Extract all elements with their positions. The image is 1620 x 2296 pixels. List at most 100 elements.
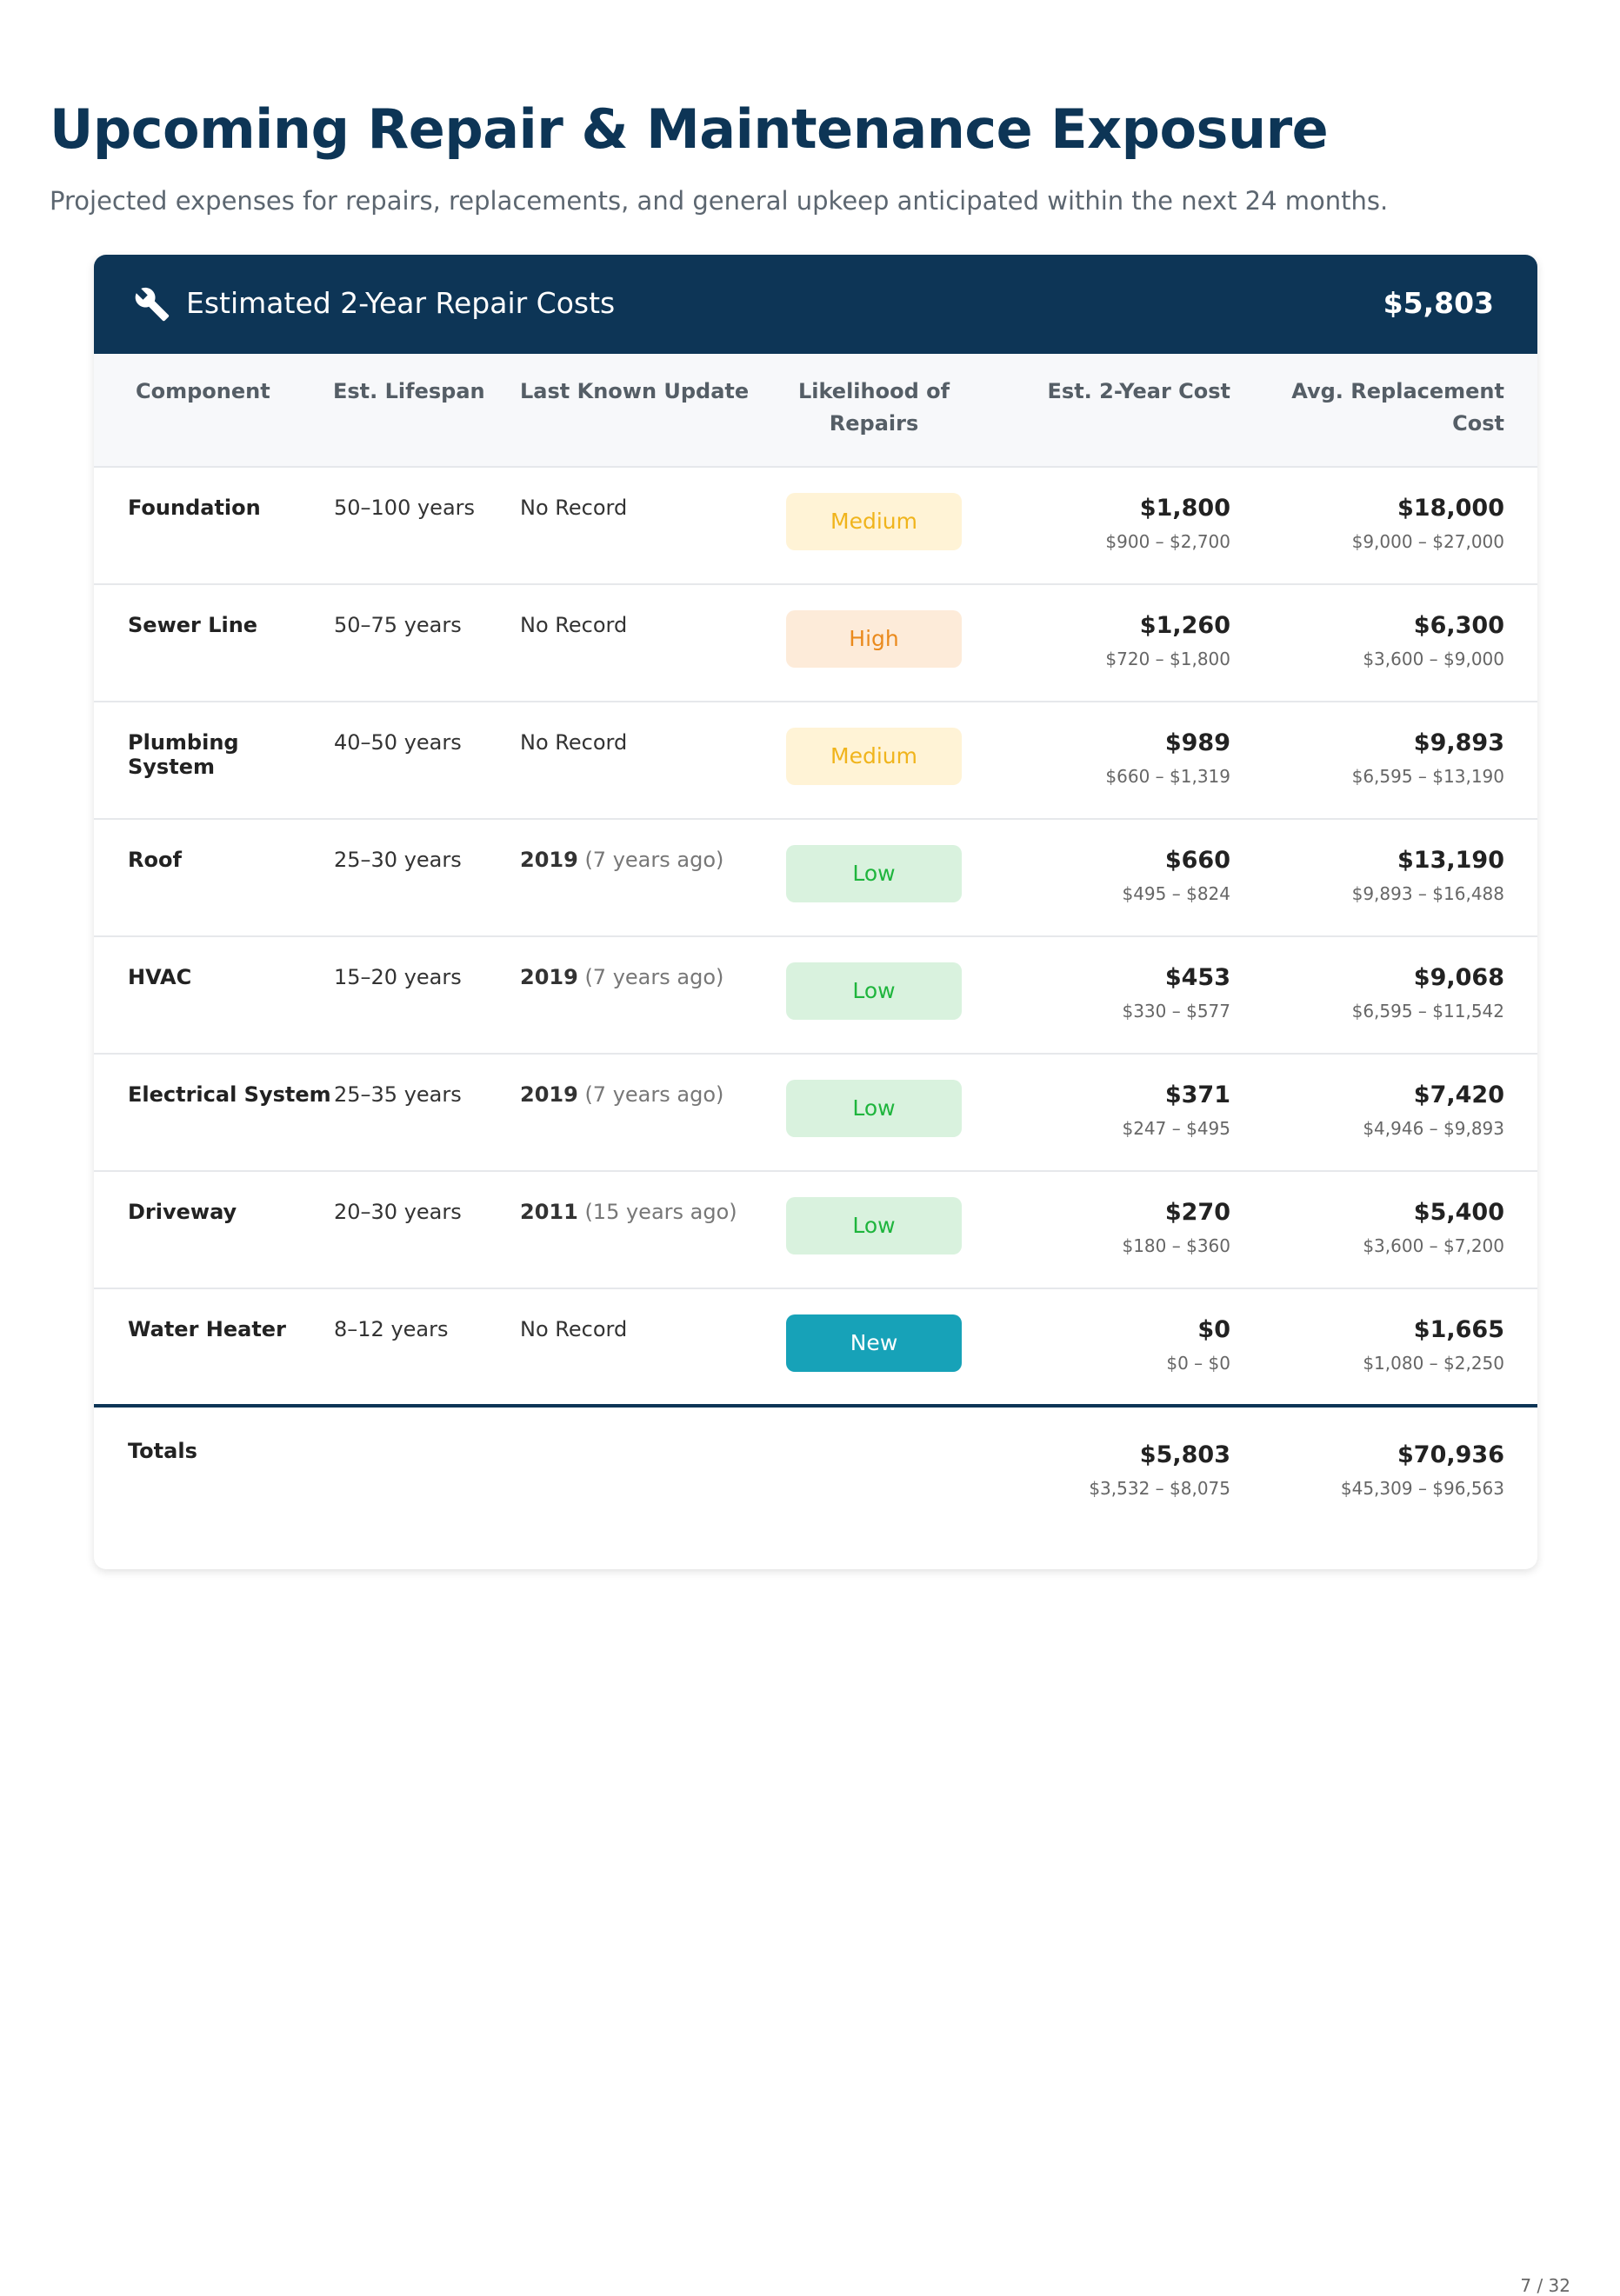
last-update: No Record <box>518 1288 762 1406</box>
lifespan: 50–100 years <box>333 466 518 584</box>
lifespan: 20–30 years <box>333 1170 518 1288</box>
est-cost: $989 <box>1164 729 1230 756</box>
likelihood-cell: Low <box>762 1053 986 1171</box>
page-subtitle: Projected expenses for repairs, replacem… <box>50 186 1389 216</box>
last-update-year: 2019 <box>520 965 578 989</box>
avg-replacement-cost: $6,300 <box>1413 612 1504 639</box>
totals-est-cell: $5,803 $3,532 – $8,075 <box>986 1404 1261 1569</box>
component-name: Driveway <box>94 1170 333 1288</box>
likelihood-badge: New <box>786 1314 962 1372</box>
est-cost-range: $660 – $1,319 <box>1105 766 1230 787</box>
last-update-value: No Record <box>520 496 628 520</box>
lifespan: 25–35 years <box>333 1053 518 1171</box>
header-avg-cost: Avg. Replacement Cost <box>1291 379 1504 436</box>
avg-replacement-range: $4,946 – $9,893 <box>1363 1118 1504 1139</box>
likelihood-cell: High <box>762 583 986 702</box>
wrench-icon <box>134 286 170 323</box>
repair-costs-card: Estimated 2-Year Repair Costs $5,803 Com… <box>94 255 1537 1569</box>
last-update-value: No Record <box>520 613 628 637</box>
totals-avg-range: $45,309 – $96,563 <box>1340 1478 1504 1499</box>
totals-est-cost: $5,803 <box>1139 1441 1230 1468</box>
est-cost-cell: $0 $0 – $0 <box>986 1288 1261 1406</box>
est-cost-cell: $453 $330 – $577 <box>986 935 1261 1054</box>
likelihood-cell: Medium <box>762 701 986 819</box>
avg-replacement-cost: $1,665 <box>1413 1316 1504 1343</box>
table-row: HVAC 15–20 years 2019 (7 years ago) Low $453… <box>94 935 1537 1054</box>
likelihood-badge: Medium <box>786 493 962 550</box>
avg-replacement-cost: $7,420 <box>1413 1081 1504 1108</box>
likelihood-badge: Low <box>786 1080 962 1137</box>
lifespan: 25–30 years <box>333 818 518 936</box>
page-title: Upcoming Repair & Maintenance Exposure <box>50 97 1329 161</box>
totals-row: Totals $5,803 $3,532 – $8,075 $70,936 $4… <box>94 1404 1537 1569</box>
component-name: Plumbing System <box>94 701 333 819</box>
likelihood-cell: Low <box>762 1170 986 1288</box>
last-update: No Record <box>518 701 762 819</box>
avg-cost-cell: $13,190 $9,893 – $16,488 <box>1261 818 1537 936</box>
last-update: 2019 (7 years ago) <box>518 935 762 1054</box>
likelihood-badge: Low <box>786 845 962 902</box>
header-last-update: Last Known Update <box>520 379 750 403</box>
likelihood-badge: High <box>786 610 962 668</box>
last-update-ago: (15 years ago) <box>584 1200 737 1224</box>
likelihood-badge: Low <box>786 962 962 1020</box>
header-lifespan: Est. Lifespan <box>333 379 485 403</box>
last-update: No Record <box>518 583 762 702</box>
repair-costs-table: Component Est. Lifespan Last Known Updat… <box>94 354 1537 1569</box>
last-update: 2019 (7 years ago) <box>518 1053 762 1171</box>
component-name: Roof <box>94 818 333 936</box>
table-row: Sewer Line 50–75 years No Record High $1,260… <box>94 583 1537 702</box>
avg-replacement-range: $1,080 – $2,250 <box>1363 1353 1504 1374</box>
totals-avg-cost: $70,936 <box>1397 1441 1504 1468</box>
likelihood-cell: Low <box>762 818 986 936</box>
table-row: Water Heater 8–12 years No Record New $0 $0 –… <box>94 1288 1537 1406</box>
component-name: Foundation <box>94 466 333 584</box>
last-update: 2011 (15 years ago) <box>518 1170 762 1288</box>
avg-replacement-cost: $18,000 <box>1397 495 1504 522</box>
likelihood-badge: Medium <box>786 728 962 785</box>
likelihood-cell: New <box>762 1288 986 1406</box>
avg-replacement-cost: $5,400 <box>1413 1199 1504 1226</box>
lifespan: 50–75 years <box>333 583 518 702</box>
est-cost-cell: $1,260 $720 – $1,800 <box>986 583 1261 702</box>
header-est-cost: Est. 2-Year Cost <box>1047 379 1230 403</box>
est-cost: $1,800 <box>1139 495 1230 522</box>
last-update-year: 2019 <box>520 1082 578 1107</box>
avg-replacement-cost: $13,190 <box>1397 847 1504 874</box>
avg-replacement-range: $9,000 – $27,000 <box>1351 531 1504 552</box>
card-title: Estimated 2-Year Repair Costs <box>186 286 616 320</box>
lifespan: 40–50 years <box>333 701 518 819</box>
est-cost-cell: $270 $180 – $360 <box>986 1170 1261 1288</box>
avg-cost-cell: $7,420 $4,946 – $9,893 <box>1261 1053 1537 1171</box>
est-cost-cell: $371 $247 – $495 <box>986 1053 1261 1171</box>
header-component: Component <box>136 379 270 403</box>
component-name: Water Heater <box>94 1288 333 1406</box>
component-name: Sewer Line <box>94 583 333 702</box>
est-cost: $660 <box>1164 847 1230 874</box>
totals-avg-cell: $70,936 $45,309 – $96,563 <box>1261 1404 1537 1569</box>
avg-replacement-range: $3,600 – $7,200 <box>1363 1235 1504 1256</box>
lifespan: 15–20 years <box>333 935 518 1054</box>
table-header: Component Est. Lifespan Last Known Updat… <box>94 354 1537 467</box>
avg-replacement-range: $6,595 – $11,542 <box>1351 1001 1504 1022</box>
component-name: HVAC <box>94 935 333 1054</box>
avg-cost-cell: $9,068 $6,595 – $11,542 <box>1261 935 1537 1054</box>
est-cost: $0 <box>1197 1316 1230 1343</box>
page-number: 7 / 32 <box>1520 2275 1570 2296</box>
component-name: Electrical System <box>94 1053 333 1171</box>
avg-cost-cell: $6,300 $3,600 – $9,000 <box>1261 583 1537 702</box>
totals-est-range: $3,532 – $8,075 <box>1089 1478 1230 1499</box>
est-cost: $453 <box>1164 964 1230 991</box>
est-cost-cell: $1,800 $900 – $2,700 <box>986 466 1261 584</box>
est-cost-range: $900 – $2,700 <box>1105 531 1230 552</box>
last-update-year: 2011 <box>520 1200 578 1224</box>
card-header: Estimated 2-Year Repair Costs $5,803 <box>94 255 1537 354</box>
est-cost: $1,260 <box>1139 612 1230 639</box>
table-row: Foundation 50–100 years No Record Medium $1,… <box>94 466 1537 584</box>
avg-replacement-cost: $9,068 <box>1413 964 1504 991</box>
likelihood-cell: Medium <box>762 466 986 584</box>
est-cost-range: $180 – $360 <box>1122 1235 1230 1256</box>
est-cost: $270 <box>1164 1199 1230 1226</box>
table-row: Roof 25–30 years 2019 (7 years ago) Low $660… <box>94 818 1537 936</box>
last-update-value: No Record <box>520 1317 628 1341</box>
